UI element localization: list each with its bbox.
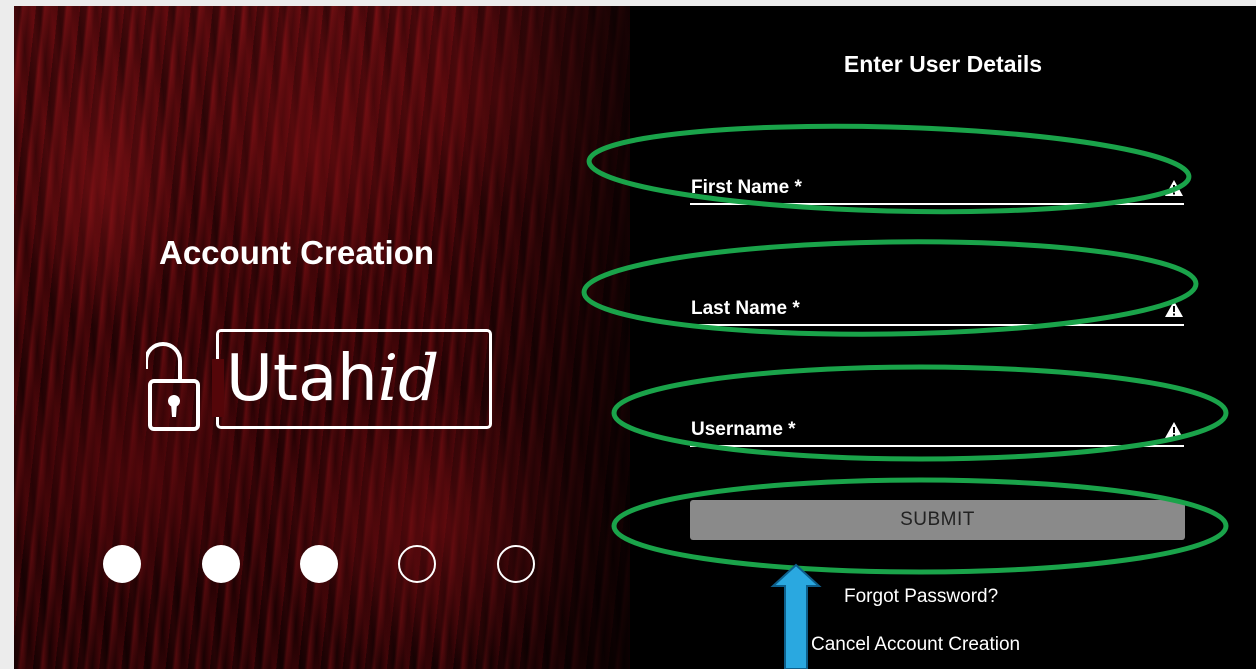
app-window: Account Creation Utahid Enter User Detai…	[14, 6, 1256, 669]
forgot-password-link[interactable]: Forgot Password?	[844, 586, 998, 608]
left-hero-panel: Account Creation Utahid	[14, 6, 630, 669]
progress-dot-1	[103, 545, 141, 583]
first-name-field[interactable]: First Name *	[690, 165, 1184, 205]
last-name-field[interactable]: Last Name *	[690, 286, 1184, 326]
logo-text: Utahid	[226, 342, 440, 416]
last-name-label: Last Name *	[691, 298, 800, 319]
open-lock-icon	[146, 342, 200, 431]
warning-icon	[1165, 422, 1183, 438]
cancel-account-creation-link[interactable]: Cancel Account Creation	[811, 634, 1020, 656]
username-label: Username *	[691, 419, 796, 440]
progress-dot-2	[202, 545, 240, 583]
username-field[interactable]: Username *	[690, 407, 1184, 447]
progress-dot-5	[497, 545, 535, 583]
warning-icon	[1165, 180, 1183, 196]
first-name-label: First Name *	[691, 177, 802, 198]
submit-button[interactable]: SUBMIT	[690, 500, 1185, 540]
form-title: Enter User Details	[843, 51, 1043, 77]
progress-dot-3	[300, 545, 338, 583]
account-creation-title: Account Creation	[159, 234, 435, 271]
progress-dot-4	[398, 545, 436, 583]
utahid-logo: Utahid	[146, 329, 496, 433]
warning-icon	[1165, 301, 1183, 317]
